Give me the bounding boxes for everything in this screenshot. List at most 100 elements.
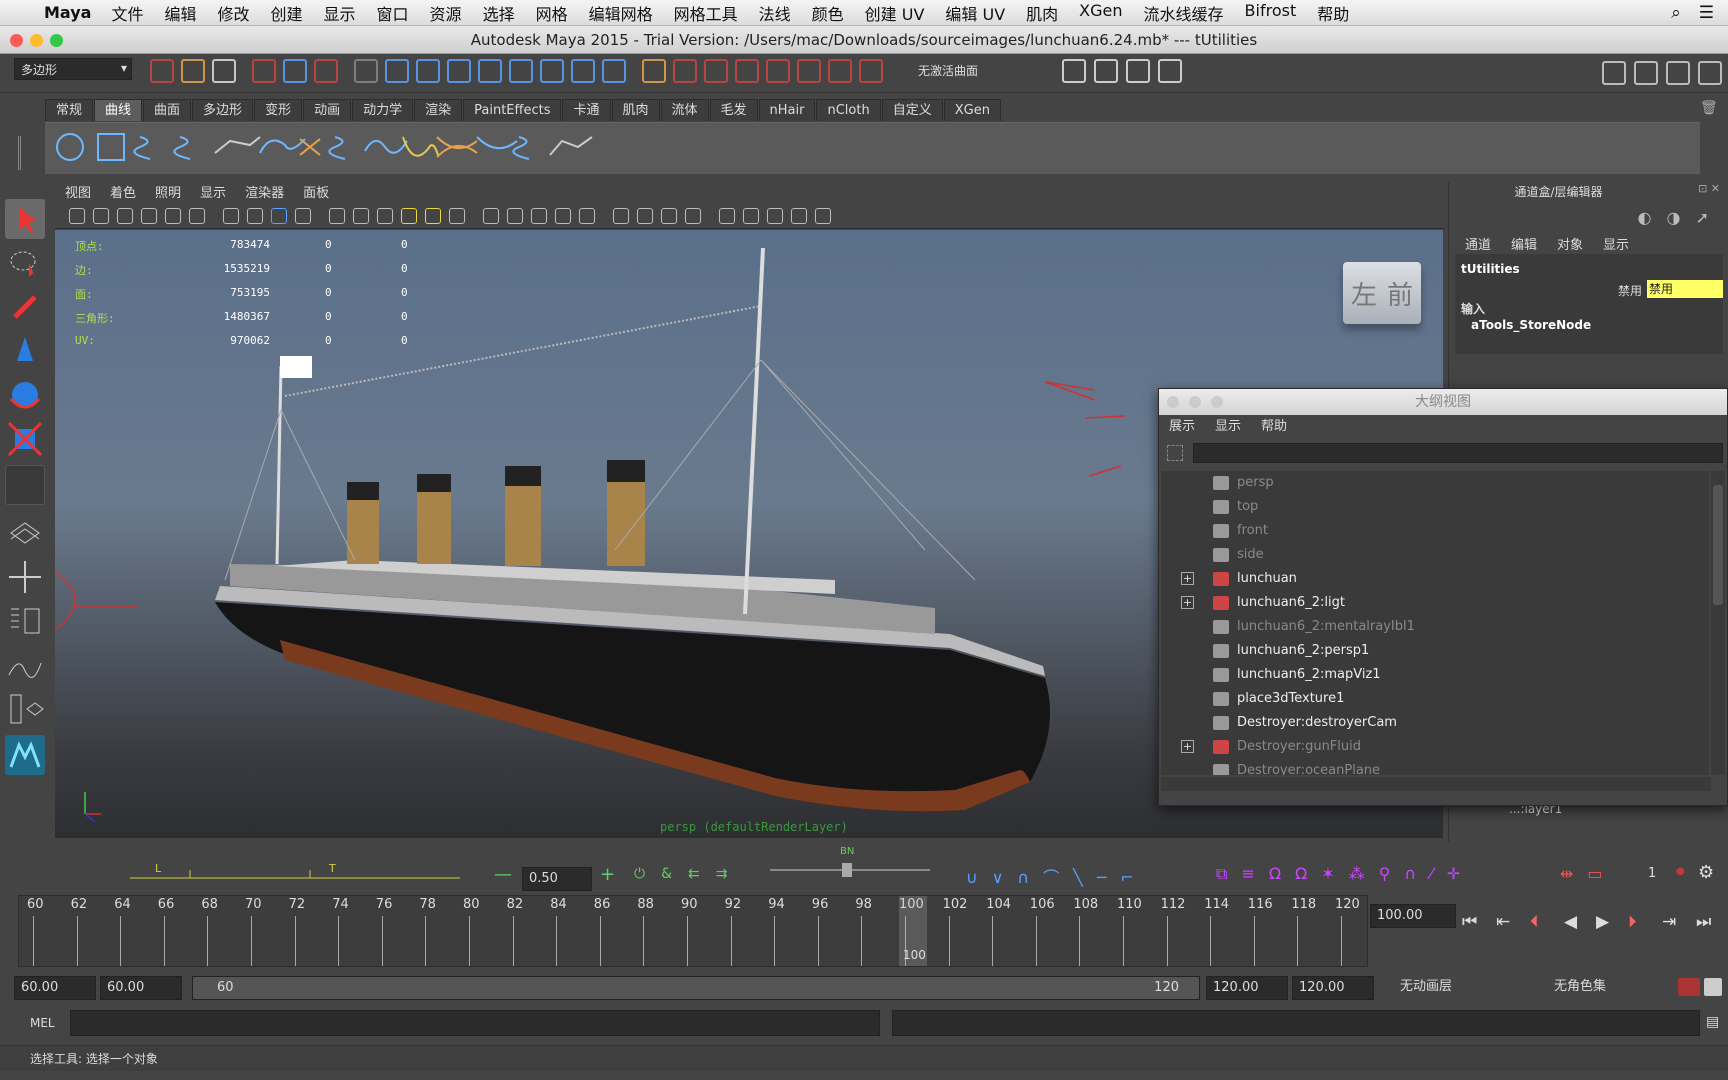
close-window-button[interactable] bbox=[1167, 396, 1179, 408]
panel-toggle-icon[interactable] bbox=[1634, 61, 1658, 85]
viewport-menu-item[interactable]: 视图 bbox=[65, 182, 91, 202]
outliner-item-label[interactable]: top bbox=[1237, 495, 1258, 519]
outliner-item-label[interactable]: persp bbox=[1237, 471, 1274, 495]
trash-icon[interactable]: 🗑 bbox=[1700, 100, 1718, 116]
play-backward-icon[interactable]: ◀ bbox=[1564, 912, 1577, 932]
menu-item[interactable]: 编辑 UV bbox=[945, 1, 1005, 25]
viewport-tool-icon[interactable] bbox=[743, 208, 759, 224]
shelf-tab[interactable]: 肌肉 bbox=[611, 99, 660, 121]
arc-tool-icon[interactable] bbox=[259, 138, 306, 154]
ep-curve-icon[interactable] bbox=[173, 136, 191, 160]
status-tool-icon[interactable] bbox=[509, 59, 533, 83]
current-frame-field[interactable]: 100.00 bbox=[1370, 904, 1456, 928]
shelf-tab[interactable]: nHair bbox=[758, 99, 816, 121]
select-tool-button[interactable] bbox=[5, 199, 45, 239]
move-tool-button[interactable] bbox=[5, 331, 45, 371]
step-forward-key-icon[interactable]: ⇥ bbox=[1662, 912, 1676, 932]
render-tool-icon[interactable] bbox=[1126, 59, 1150, 83]
outliner-search-input[interactable] bbox=[1193, 443, 1723, 463]
mel-label[interactable]: MEL bbox=[30, 1016, 55, 1030]
shelf-tab[interactable]: 卡通 bbox=[562, 99, 611, 121]
detach-curves-icon[interactable] bbox=[402, 136, 439, 157]
status-tool-icon[interactable] bbox=[642, 59, 666, 83]
outliner-item-label[interactable]: Destroyer:oceanPlane bbox=[1237, 759, 1380, 775]
text-curve-icon[interactable] bbox=[328, 136, 346, 160]
viewport-tool-icon[interactable] bbox=[329, 208, 345, 224]
viewport-tool-icon[interactable] bbox=[613, 208, 629, 224]
go-to-start-icon[interactable]: ⏮ bbox=[1462, 912, 1477, 932]
viewport-tool-icon[interactable] bbox=[555, 208, 571, 224]
outliner-item-label[interactable]: lunchuan6_2:mapViz1 bbox=[1237, 663, 1381, 687]
graph-editor-layout-button[interactable] bbox=[5, 645, 45, 685]
shelf-tab[interactable]: 流体 bbox=[660, 99, 709, 121]
viewport-tool-icon[interactable] bbox=[719, 208, 735, 224]
input-node[interactable]: aTools_StoreNode bbox=[1471, 318, 1591, 332]
menu-item[interactable]: 肌肉 bbox=[1026, 1, 1058, 25]
status-tool-icon[interactable] bbox=[766, 59, 790, 83]
viewport-tool-icon[interactable] bbox=[815, 208, 831, 224]
menu-item[interactable]: 流水线缓存 bbox=[1144, 1, 1224, 25]
menu-item[interactable]: 创建 UV bbox=[865, 1, 925, 25]
outliner-row[interactable]: top bbox=[1161, 495, 1701, 519]
panel-toggle-icon[interactable] bbox=[1698, 61, 1722, 85]
viewport-tool-icon[interactable] bbox=[165, 208, 181, 224]
shelf-tab[interactable]: 动画 bbox=[303, 99, 352, 121]
viewport-tool-icon[interactable] bbox=[271, 208, 287, 224]
status-tool-icon[interactable] bbox=[283, 59, 307, 83]
four-view-layout-button[interactable] bbox=[5, 557, 45, 597]
channel-box-icons[interactable]: ◐ ◑ ➚ bbox=[1638, 208, 1715, 227]
node-name[interactable]: tUtilities bbox=[1461, 262, 1520, 276]
mel-input[interactable] bbox=[70, 1010, 880, 1036]
shelf-tab[interactable]: 变形 bbox=[254, 99, 303, 121]
shelf-tab[interactable]: 曲线 bbox=[94, 99, 143, 121]
status-tool-icon[interactable] bbox=[416, 59, 440, 83]
viewport-tool-icon[interactable] bbox=[295, 208, 311, 224]
menu-item[interactable]: XGen bbox=[1079, 1, 1122, 25]
render-tool-icon[interactable] bbox=[1158, 59, 1182, 83]
char-set-dropdown[interactable]: 无角色集 bbox=[1534, 976, 1674, 1000]
viewport-tool-icon[interactable] bbox=[507, 208, 523, 224]
status-tool-icon[interactable] bbox=[212, 59, 236, 83]
channel-box-menu-item[interactable]: 编辑 bbox=[1511, 234, 1537, 253]
menu-item[interactable]: 修改 bbox=[217, 1, 249, 25]
shelf-tab[interactable]: nCloth bbox=[816, 99, 881, 121]
viewport-tool-icon[interactable] bbox=[425, 208, 441, 224]
bezier-curve-icon[interactable] bbox=[299, 138, 321, 156]
viewport-tool-icon[interactable] bbox=[661, 208, 677, 224]
outliner-row[interactable]: place3dTexture1 bbox=[1161, 687, 1701, 711]
live-surface-field[interactable]: 无激活曲面 bbox=[912, 60, 1032, 82]
range-slider[interactable]: 60 120 bbox=[192, 976, 1200, 1000]
status-tool-icon[interactable] bbox=[735, 59, 759, 83]
outliner-row[interactable]: lunchuan6_2:persp1 bbox=[1161, 639, 1701, 663]
viewport-tool-icon[interactable] bbox=[141, 208, 157, 224]
status-tool-icon[interactable] bbox=[828, 59, 852, 83]
menu-item[interactable]: 文件 bbox=[111, 1, 143, 25]
status-tool-icon[interactable] bbox=[150, 59, 174, 83]
shelf-tab[interactable]: 多边形 bbox=[192, 99, 254, 121]
minus-icon[interactable]: — bbox=[494, 864, 512, 885]
align-curves-icon[interactable] bbox=[436, 136, 478, 158]
viewport-menu-item[interactable]: 显示 bbox=[200, 182, 226, 202]
minimize-window-button[interactable] bbox=[30, 34, 43, 47]
status-tool-icon[interactable] bbox=[540, 59, 564, 83]
filter-icon[interactable] bbox=[1167, 445, 1183, 461]
viewport-menu-item[interactable]: 着色 bbox=[110, 182, 136, 202]
shelf-tab[interactable]: 渲染 bbox=[414, 99, 463, 121]
render-tool-icon[interactable] bbox=[1094, 59, 1118, 83]
pencil-curve-icon[interactable] bbox=[214, 136, 261, 154]
step-forward-frame-icon[interactable]: ⏵ bbox=[1628, 912, 1637, 932]
viewport-tool-icon[interactable] bbox=[791, 208, 807, 224]
status-tool-icon[interactable] bbox=[797, 59, 821, 83]
value-field[interactable]: 0.50 bbox=[522, 867, 592, 891]
outliner-layout-button[interactable] bbox=[5, 601, 45, 641]
viewport-tool-icon[interactable] bbox=[223, 208, 239, 224]
channel-box-menu-item[interactable]: 对象 bbox=[1557, 234, 1583, 253]
menu-item[interactable]: 选择 bbox=[483, 1, 515, 25]
viewport-tool-icon[interactable] bbox=[531, 208, 547, 224]
status-tool-icon[interactable] bbox=[354, 59, 378, 83]
viewcube-left-face[interactable]: 左 bbox=[1351, 275, 1377, 312]
cv-curve-icon[interactable] bbox=[133, 136, 151, 160]
app-menu[interactable]: Maya bbox=[44, 3, 91, 22]
hypershade-layout-button[interactable] bbox=[5, 689, 45, 729]
menu-item[interactable]: 颜色 bbox=[812, 1, 844, 25]
